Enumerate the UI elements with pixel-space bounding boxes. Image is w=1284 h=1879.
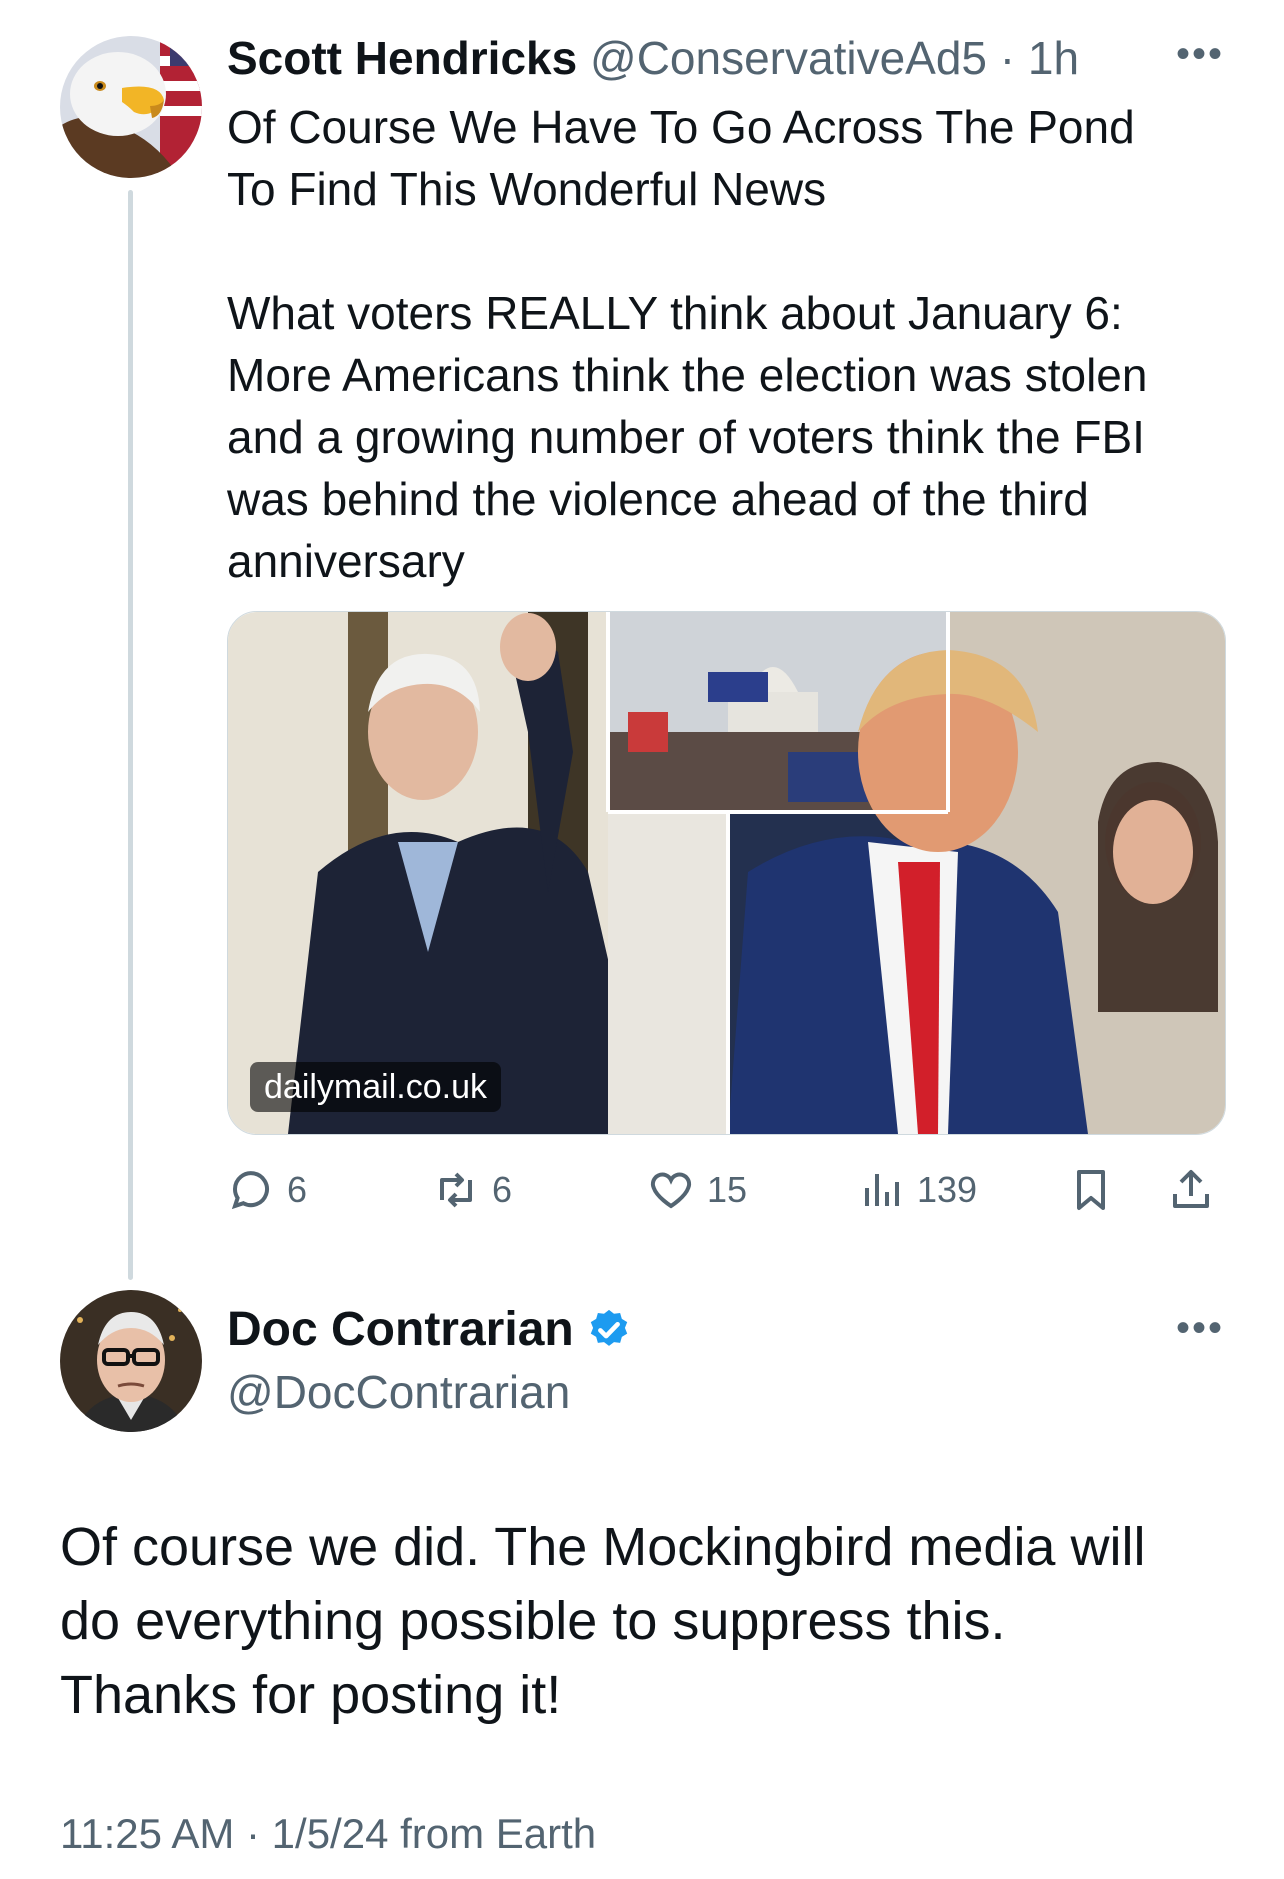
- views-button[interactable]: 139: [857, 1162, 977, 1218]
- reply-author-name[interactable]: Doc Contrarian: [227, 1300, 574, 1360]
- thread-connector-line: [128, 190, 133, 1280]
- tweet-header: Scott Hendricks @ConservativeAd5 · 1h: [227, 28, 1079, 88]
- views-icon: [865, 1174, 899, 1206]
- reply-more-icon[interactable]: •••: [1176, 1308, 1224, 1348]
- like-icon: [650, 1172, 692, 1209]
- share-button[interactable]: [1167, 1162, 1227, 1218]
- card-source-label[interactable]: dailymail.co.uk: [250, 1062, 501, 1112]
- bookmark-button[interactable]: [1067, 1162, 1127, 1218]
- reply-count: 6: [287, 1169, 308, 1210]
- link-preview-card[interactable]: dailymail.co.uk: [227, 611, 1226, 1135]
- author-handle[interactable]: @ConservativeAd5: [590, 32, 987, 84]
- repost-icon: [440, 1172, 472, 1208]
- tweet-time[interactable]: 1h: [1028, 32, 1079, 84]
- reply-timestamp[interactable]: 11:25 AM · 1/5/24 from Earth: [60, 1806, 596, 1862]
- author-avatar[interactable]: [60, 36, 202, 178]
- reply-icon: [231, 1171, 269, 1210]
- repost-count: 6: [492, 1169, 513, 1210]
- like-button[interactable]: 15: [647, 1162, 747, 1218]
- eagle-avatar-image: [60, 36, 202, 178]
- tweet-text: Of Course We Have To Go Across The Pond …: [227, 101, 1148, 587]
- repost-button[interactable]: 6: [432, 1162, 512, 1218]
- bookmark-icon: [1077, 1170, 1105, 1210]
- news-collage-image: [228, 612, 1225, 1134]
- author-name[interactable]: Scott Hendricks: [227, 32, 577, 84]
- like-count: 15: [707, 1169, 748, 1210]
- more-icon[interactable]: •••: [1176, 34, 1224, 74]
- tweet-action-bar: 6 6 15 139: [227, 1162, 1224, 1218]
- reply-button[interactable]: 6: [227, 1162, 307, 1218]
- reply-author-name-row: Doc Contrarian: [227, 1300, 632, 1360]
- reply-author-avatar[interactable]: [60, 1290, 202, 1432]
- header-separator: ·: [999, 32, 1016, 84]
- verified-badge-icon: [590, 1309, 627, 1346]
- views-count: 139: [917, 1169, 978, 1210]
- reply-author-handle[interactable]: @DocContrarian: [227, 1362, 570, 1422]
- doc-contrarian-avatar-image: [60, 1290, 202, 1432]
- reply-text: Of course we did. The Mockingbird media …: [60, 1517, 1146, 1725]
- share-icon: [1173, 1170, 1209, 1208]
